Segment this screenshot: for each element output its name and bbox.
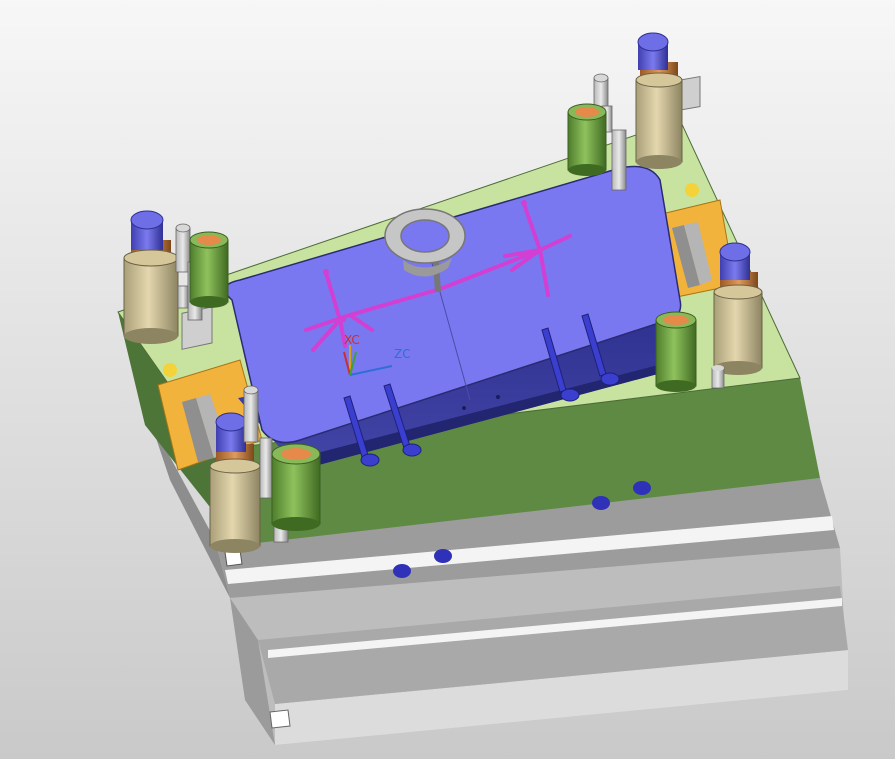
plate-corner-mark bbox=[269, 709, 291, 729]
axis-label-z: ZC bbox=[394, 347, 411, 361]
mold-assembly-model[interactable] bbox=[0, 0, 895, 759]
return-pin-back-right[interactable] bbox=[567, 103, 607, 176]
axis-label-x: XC bbox=[344, 333, 360, 347]
return-pin-back-left[interactable] bbox=[189, 231, 229, 308]
return-pin-front-left[interactable] bbox=[271, 443, 321, 531]
cad-viewport[interactable]: XC ZC bbox=[0, 0, 895, 759]
